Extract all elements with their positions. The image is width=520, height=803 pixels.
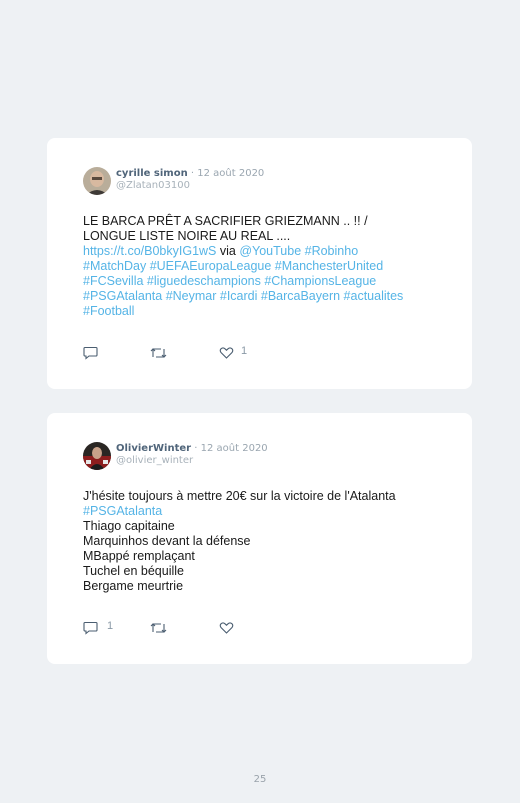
retweet-button[interactable] bbox=[150, 621, 167, 635]
tweet-text: LE BARCA PRÊT A SACRIFIER GRIEZMANN .. !… bbox=[83, 214, 443, 319]
tweet-line: Bergame meurtrie bbox=[83, 579, 184, 593]
tweet-hashtags[interactable]: #PSGAtalanta #Neymar #Icardi #BarcaBayer… bbox=[83, 289, 443, 304]
tweet-line: J'hésite toujours à mettre 20€ sur la vi… bbox=[83, 489, 396, 503]
tweet-line: LONGUE LISTE NOIRE AU REAL .... bbox=[83, 229, 291, 243]
reply-button[interactable]: 1 bbox=[83, 620, 113, 635]
retweet-icon bbox=[150, 348, 167, 358]
tweet-line: Tuchel en béquille bbox=[83, 564, 184, 578]
retweet-button[interactable] bbox=[150, 346, 167, 360]
tweet-line: MBappé remplaçant bbox=[83, 549, 195, 563]
reply-icon bbox=[83, 346, 98, 360]
tweet-header: cyrille simon · 12 août 2020 bbox=[116, 168, 264, 179]
tweet-card: cyrille simon · 12 août 2020 @Zlatan0310… bbox=[47, 138, 472, 389]
tweet-mention-hashtag[interactable]: @YouTube #Robinho bbox=[239, 244, 358, 258]
tweet-date[interactable]: · 12 août 2020 bbox=[191, 443, 267, 454]
via-text: via bbox=[216, 244, 240, 258]
reply-icon bbox=[83, 621, 98, 635]
tweet-date[interactable]: · 12 août 2020 bbox=[188, 168, 264, 179]
author-handle[interactable]: @olivier_winter bbox=[116, 455, 193, 466]
like-count: 1 bbox=[241, 345, 248, 357]
tweet-actions: 1 bbox=[83, 345, 283, 360]
avatar[interactable] bbox=[83, 167, 111, 195]
author-name[interactable]: cyrille simon bbox=[116, 168, 188, 179]
reply-count: 1 bbox=[107, 620, 114, 632]
tweet-text: J'hésite toujours à mettre 20€ sur la vi… bbox=[83, 489, 443, 594]
tweet-hashtags[interactable]: #PSGAtalanta bbox=[83, 504, 443, 519]
tweet-card: OlivierWinter · 12 août 2020 @olivier_wi… bbox=[47, 413, 472, 664]
tweet-hashtags[interactable]: #MatchDay #UEFAEuropaLeague #ManchesterU… bbox=[83, 259, 443, 274]
tweet-link[interactable]: https://t.co/B0bkyIG1wS bbox=[83, 244, 216, 258]
tweet-hashtags[interactable]: #Football bbox=[83, 304, 443, 319]
like-button[interactable] bbox=[219, 621, 234, 635]
like-button[interactable]: 1 bbox=[219, 345, 247, 360]
tweet-line: https://t.co/B0bkyIG1wS via @YouTube #Ro… bbox=[83, 244, 443, 259]
tweet-line: Marquinhos devant la défense bbox=[83, 534, 251, 548]
reply-button[interactable] bbox=[83, 346, 98, 360]
tweet-line: LE BARCA PRÊT A SACRIFIER GRIEZMANN .. !… bbox=[83, 214, 368, 228]
tweet-line: Thiago capitaine bbox=[83, 519, 175, 533]
tweet-hashtags[interactable]: #FCSevilla #liguedeschampions #Champions… bbox=[83, 274, 443, 289]
tweet-header: OlivierWinter · 12 août 2020 bbox=[116, 443, 268, 454]
tweet-actions: 1 bbox=[83, 620, 283, 635]
author-name[interactable]: OlivierWinter bbox=[116, 443, 191, 454]
avatar[interactable] bbox=[83, 442, 111, 470]
author-handle[interactable]: @Zlatan03100 bbox=[116, 180, 190, 191]
like-icon bbox=[219, 622, 234, 634]
retweet-icon bbox=[150, 623, 167, 633]
page-number: 25 bbox=[253, 774, 267, 785]
like-icon bbox=[219, 347, 234, 359]
